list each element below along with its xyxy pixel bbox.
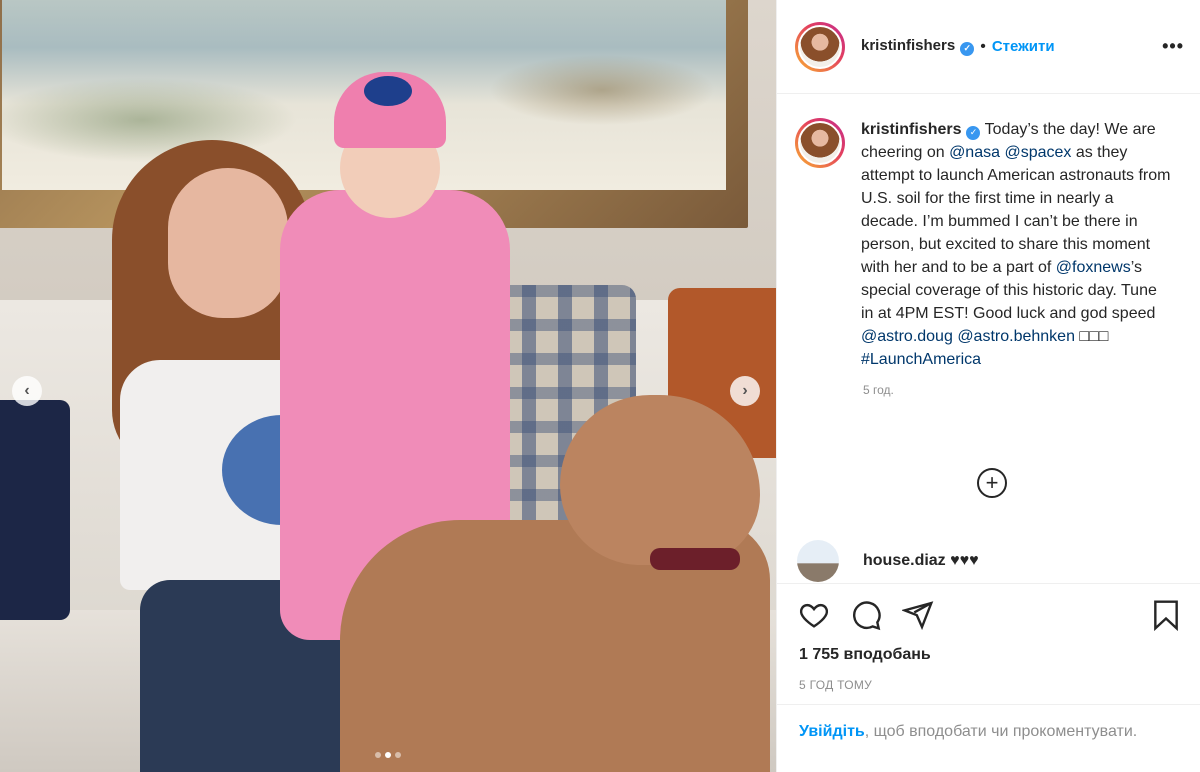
follow-button[interactable]: Стежити [992, 38, 1055, 55]
caption-username[interactable]: kristinfishers [861, 121, 961, 138]
mention-link[interactable]: @nasa [949, 144, 1000, 161]
login-prompt: Увійдіть, щоб вподобати чи прокоментуват… [777, 704, 1200, 759]
caption-avatar[interactable] [795, 118, 845, 168]
post-timestamp: 5 ГОД ТОМУ [799, 678, 873, 692]
caption-part: as they attempt to launch American astro… [861, 144, 1171, 276]
caption-text: kristinfishers ✓ Today’s the day! We are … [861, 118, 1173, 371]
bookmark-icon[interactable] [1149, 598, 1183, 632]
carousel-prev-button[interactable]: ‹ [12, 376, 42, 406]
caption-emojis: □□□ [1074, 328, 1109, 345]
carousel-dot [375, 752, 381, 758]
hashtag-link[interactable]: #LaunchAmerica [861, 351, 981, 368]
carousel-next-button[interactable]: › [730, 376, 760, 406]
comment-text: house.diaz ♥♥♥ [863, 552, 979, 570]
mention-link[interactable]: @astro.doug [861, 328, 953, 345]
chevron-right-icon: › [742, 382, 748, 399]
comment-icon[interactable] [849, 598, 883, 632]
likes-count[interactable]: 1 755 вподобань [799, 646, 1200, 664]
comment-username[interactable]: house.diaz [863, 552, 946, 569]
photo-woman-face [168, 168, 288, 318]
photo-dog-collar [650, 548, 740, 570]
post-actions: 1 755 вподобань 5 ГОД ТОМУ Увійдіть, щоб… [777, 583, 1200, 772]
heart-icon[interactable] [797, 598, 831, 632]
comment-item: house.diaz ♥♥♥ [797, 540, 979, 582]
add-circle-icon[interactable]: + [977, 468, 1007, 498]
post-header: kristinfishers ✓ • Стежити ••• [777, 0, 1200, 94]
avatar-image [798, 121, 842, 165]
post-photo[interactable]: ‹ › [0, 0, 776, 772]
avatar-image [798, 24, 842, 69]
caption-time: 5 год. [863, 383, 894, 397]
login-prompt-text: , щоб вподобати чи прокоментувати. [864, 723, 1138, 740]
carousel-dot-active [385, 752, 391, 758]
mention-link[interactable]: @spacex [1004, 144, 1071, 161]
caption: kristinfishers ✓ Today’s the day! We are … [777, 94, 1200, 371]
photo-hat-patch [364, 76, 412, 106]
photo-pillow [0, 400, 70, 620]
chevron-left-icon: ‹ [24, 382, 30, 399]
post-sidebar: kristinfishers ✓ • Стежити ••• kristinfis… [776, 0, 1200, 772]
username-text: kristinfishers [861, 37, 956, 55]
action-icons [777, 584, 1200, 632]
avatar[interactable] [797, 540, 839, 582]
share-icon[interactable] [901, 598, 935, 632]
login-link[interactable]: Увійдіть [799, 723, 865, 740]
mention-link[interactable]: @foxnews [1056, 259, 1131, 276]
mention-link[interactable]: @astro.behnken [957, 328, 1075, 345]
separator-dot: • [980, 37, 986, 55]
username-link[interactable]: kristinfishers ✓ [861, 37, 975, 56]
comment-body: ♥♥♥ [945, 552, 979, 569]
verified-icon: ✓ [966, 125, 981, 140]
carousel-dot [395, 752, 401, 758]
carousel-dots [0, 752, 776, 758]
avatar[interactable] [795, 21, 845, 72]
more-options-icon[interactable]: ••• [1162, 36, 1184, 57]
verified-icon: ✓ [960, 41, 975, 56]
